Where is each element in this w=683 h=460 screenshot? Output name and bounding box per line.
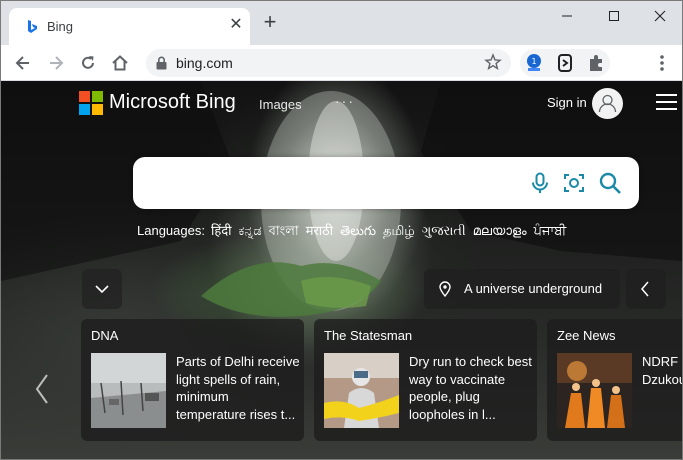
browser-window: Bing ✕ + bing.com 1 Microsoft Bing Image…: [0, 0, 683, 460]
nav-images-link[interactable]: Images: [259, 97, 302, 112]
lock-icon[interactable]: [155, 56, 168, 70]
extension-2-icon[interactable]: [554, 52, 576, 74]
news-source: The Statesman: [324, 328, 413, 343]
bookmark-star-icon[interactable]: [484, 53, 502, 71]
tab-bing[interactable]: Bing ✕: [9, 8, 250, 45]
chevron-left-icon: [641, 281, 649, 297]
extensions-puzzle-icon[interactable]: [585, 52, 607, 74]
visual-search-icon[interactable]: [562, 171, 586, 195]
home-icon[interactable]: [110, 53, 130, 73]
image-info-button[interactable]: A universe underground: [424, 269, 620, 309]
news-card[interactable]: Zee News NDRF c teams, Dzukou wildfire: [547, 319, 682, 441]
maximize-icon[interactable]: [602, 7, 626, 25]
collapse-news-button[interactable]: [82, 269, 122, 309]
chevron-down-icon: [95, 285, 109, 294]
microsoft-logo[interactable]: [79, 91, 103, 115]
reload-icon[interactable]: [78, 53, 98, 73]
location-pin-icon: [439, 281, 451, 297]
logo-yellow-square: [92, 104, 103, 115]
language-link-telugu[interactable]: తెలుగు: [340, 223, 376, 238]
logo-red-square: [79, 91, 90, 102]
minimize-icon[interactable]: [555, 7, 579, 25]
news-card[interactable]: DNA Parts of Delhi receive light spells …: [81, 319, 304, 441]
language-link-gujarati[interactable]: ગુજરાતી: [422, 223, 466, 238]
new-tab-button[interactable]: +: [260, 11, 280, 33]
user-icon: [598, 94, 617, 113]
back-icon[interactable]: [13, 53, 33, 73]
bing-homepage: Microsoft Bing Images ··· Sign in Langua…: [1, 81, 682, 459]
languages-label: Languages:: [137, 223, 205, 238]
avatar[interactable]: [592, 88, 623, 119]
tab-title: Bing: [47, 19, 74, 34]
menu-dots-icon[interactable]: [651, 52, 673, 74]
extension-1-icon[interactable]: 1: [523, 52, 545, 74]
url-text[interactable]: bing.com: [176, 55, 233, 71]
language-link-kannada[interactable]: ಕನ್ನಡ: [239, 223, 262, 238]
svg-text:1: 1: [531, 57, 536, 66]
news-thumbnail[interactable]: [91, 353, 166, 428]
sign-in-link[interactable]: Sign in: [547, 95, 587, 110]
news-headline[interactable]: NDRF c teams, Dzukou wildfire: [642, 353, 682, 388]
languages-bar: Languages: हिंदी ಕನ್ನಡ বাংলা मराठी తెలుగు தமிழ…: [137, 221, 573, 243]
forward-icon[interactable]: [46, 53, 66, 73]
bing-favicon-icon: [28, 20, 37, 33]
carousel-prev-icon[interactable]: [31, 371, 53, 407]
close-window-icon[interactable]: [648, 7, 672, 25]
news-headline[interactable]: Dry run to check best way to vaccinate p…: [409, 353, 533, 423]
language-link-bangla[interactable]: বাংলা: [269, 223, 299, 238]
image-caption[interactable]: A universe underground: [464, 281, 602, 296]
news-headline[interactable]: Parts of Delhi receive light spells of r…: [176, 353, 300, 423]
microphone-icon[interactable]: [528, 171, 552, 195]
language-link-hindi[interactable]: हिंदी: [211, 223, 232, 238]
search-box: [133, 157, 639, 209]
previous-image-button[interactable]: [626, 269, 666, 309]
news-card[interactable]: The Statesman Dry run to check best way …: [314, 319, 537, 441]
search-icon[interactable]: [598, 171, 622, 195]
news-thumbnail[interactable]: [324, 353, 399, 428]
brand-name[interactable]: Microsoft Bing: [109, 91, 236, 114]
logo-blue-square: [79, 104, 90, 115]
search-input[interactable]: [147, 169, 521, 199]
language-link-punjabi[interactable]: ਪੰਜਾਬੀ: [534, 223, 567, 238]
address-bar[interactable]: bing.com: [146, 49, 511, 77]
language-link-tamil[interactable]: தமிழ்: [383, 223, 415, 238]
tab-strip: Bing ✕ +: [1, 1, 682, 45]
nav-more-button[interactable]: ···: [335, 93, 355, 109]
news-source: DNA: [91, 328, 119, 343]
tab-close-icon[interactable]: ✕: [228, 17, 244, 33]
browser-toolbar: bing.com 1: [1, 45, 682, 81]
language-link-malayalam[interactable]: മലയാളം: [473, 223, 527, 238]
news-source: Zee News: [557, 328, 616, 343]
hamburger-menu-icon[interactable]: [656, 94, 677, 110]
language-link-marathi[interactable]: मराठी: [306, 223, 333, 238]
news-thumbnail[interactable]: [557, 353, 632, 428]
logo-green-square: [92, 91, 103, 102]
